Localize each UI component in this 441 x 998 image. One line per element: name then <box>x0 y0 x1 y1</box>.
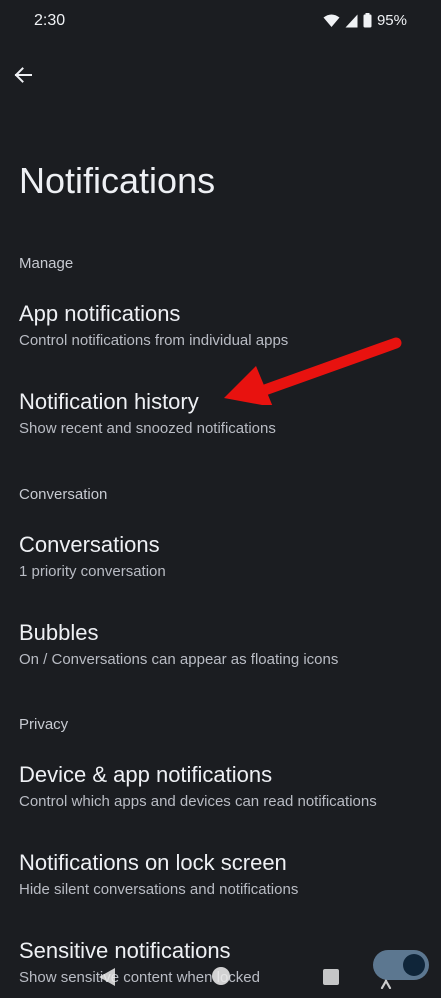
status-icons: 95% <box>323 12 407 29</box>
item-title: Notifications on lock screen <box>19 850 287 875</box>
status-time: 2:30 <box>34 12 66 29</box>
section-header-conversation: Conversation <box>19 486 108 503</box>
item-title: Conversations <box>19 532 160 557</box>
annotation-arrow-icon <box>224 337 402 405</box>
conversations-item[interactable]: Conversations 1 priority conversation <box>19 531 424 582</box>
back-arrow-icon <box>14 67 32 83</box>
status-bar: 2:30 95% <box>0 0 441 44</box>
page-title: Notifications <box>19 160 216 201</box>
floating-toggle[interactable] <box>373 950 429 980</box>
item-subtitle: On / Conversations can appear as floatin… <box>19 651 339 668</box>
lock-screen-notifications-item[interactable]: Notifications on lock screen Hide silent… <box>19 849 424 900</box>
item-title: Bubbles <box>19 620 99 645</box>
back-button[interactable] <box>8 60 38 90</box>
wifi-icon <box>323 14 340 28</box>
signal-icon <box>345 14 358 28</box>
item-subtitle: Control which apps and devices can read … <box>19 793 377 810</box>
section-header-privacy: Privacy <box>19 716 69 733</box>
item-subtitle: Hide silent conversations and notificati… <box>19 881 299 898</box>
bubbles-item[interactable]: Bubbles On / Conversations can appear as… <box>19 619 424 670</box>
arrow-shaft <box>256 337 402 397</box>
item-title: App notifications <box>19 301 181 326</box>
item-title: Device & app notifications <box>19 762 273 787</box>
item-subtitle: Show sensitive content when locked <box>19 969 260 986</box>
section-header-manage: Manage <box>19 255 74 272</box>
battery-percent: 95% <box>376 12 407 29</box>
battery-icon <box>363 13 372 28</box>
item-title: Sensitive notifications <box>19 938 231 963</box>
sensitive-notifications-item[interactable]: Sensitive notifications Show sensitive c… <box>19 937 424 988</box>
device-app-notifications-item[interactable]: Device & app notifications Control which… <box>19 761 424 812</box>
item-subtitle: Show recent and snoozed notifications <box>19 420 276 437</box>
toggle-knob <box>403 954 425 976</box>
item-subtitle: 1 priority conversation <box>19 563 166 580</box>
